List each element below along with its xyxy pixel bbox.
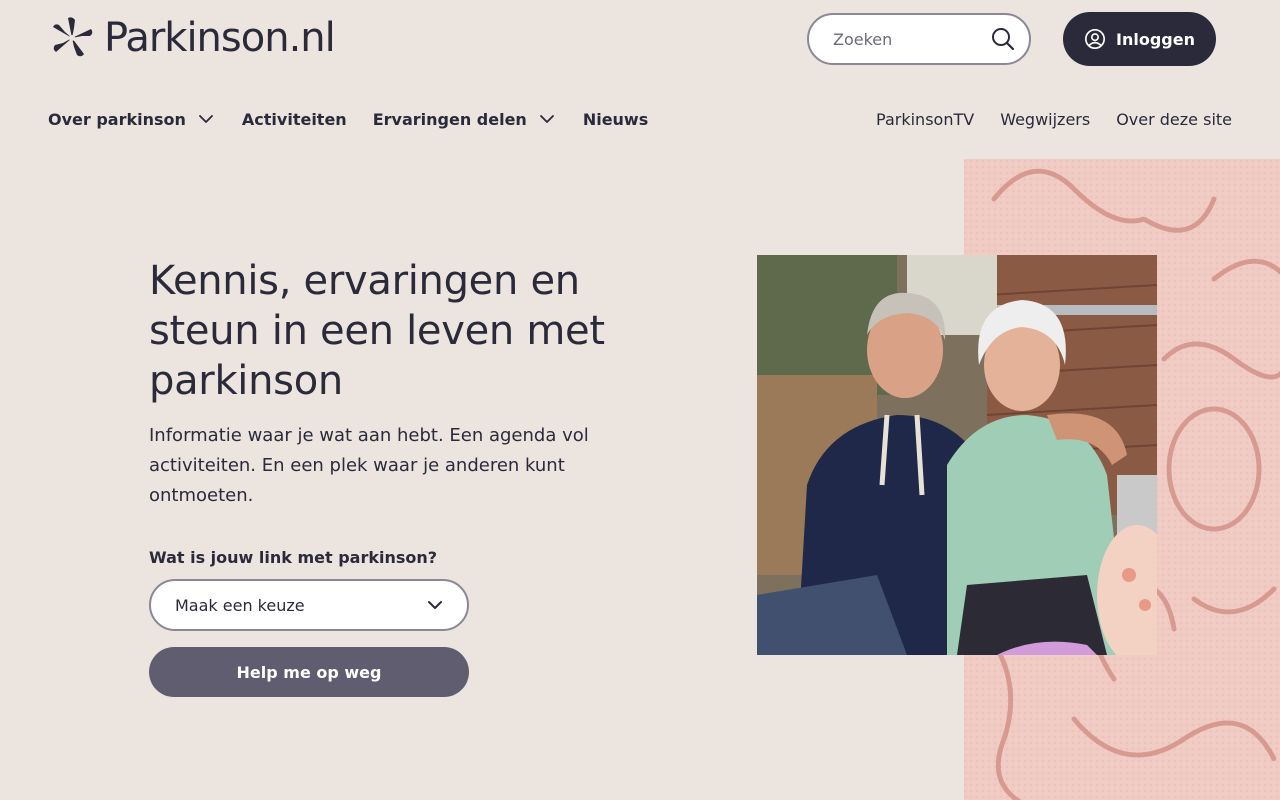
main-nav: Over parkinson Activiteiten Ervaringen d… xyxy=(48,106,674,132)
nav-item-label: ParkinsonTV xyxy=(876,109,975,129)
parkinson-star-logo-icon xyxy=(53,17,93,57)
nav-item-ervaringen-delen[interactable]: Ervaringen delen xyxy=(373,106,557,132)
nav-item-label: Activiteiten xyxy=(241,109,347,129)
search-button[interactable] xyxy=(989,25,1017,53)
couple-photo-illustration xyxy=(757,255,1157,655)
login-button[interactable]: Inloggen xyxy=(1063,12,1216,66)
nav-item-label: Nieuws xyxy=(582,109,649,129)
nav-item-label: Ervaringen delen xyxy=(372,109,527,129)
nav-item-label: Over parkinson xyxy=(48,109,186,129)
search-bar xyxy=(807,13,1031,65)
login-label: Inloggen xyxy=(1116,29,1195,49)
chevron-down-icon xyxy=(539,115,554,123)
nav-item-label: Over deze site xyxy=(1116,109,1232,129)
nav-item-over-deze-site[interactable]: Over deze site xyxy=(1116,106,1232,132)
hero-title: Kennis, ervaringen en steun in een leven… xyxy=(149,258,605,404)
help-me-button[interactable]: Help me op weg xyxy=(149,647,469,697)
link-select-label: Wat is jouw link met parkinson? xyxy=(149,548,438,567)
nav-item-label: Wegwijzers xyxy=(1000,109,1091,129)
nav-item-wegwijzers[interactable]: Wegwijzers xyxy=(1000,106,1090,132)
site-logo[interactable]: Parkinson.nl xyxy=(48,14,336,62)
user-circle-icon xyxy=(1085,29,1106,49)
hero-subtitle: Informatie waar je wat aan hebt. Een age… xyxy=(149,425,589,506)
link-select-dropdown[interactable]: Maak een keuze xyxy=(149,579,469,631)
search-input[interactable] xyxy=(833,29,983,49)
search-icon xyxy=(992,28,1015,51)
chevron-down-icon xyxy=(428,601,442,609)
nav-item-nieuws[interactable]: Nieuws xyxy=(583,106,648,132)
secondary-nav: ParkinsonTV Wegwijzers Over deze site xyxy=(876,106,1232,132)
nav-item-over-parkinson[interactable]: Over parkinson xyxy=(48,106,216,132)
brand-name: Parkinson.nl xyxy=(104,15,336,61)
select-value: Maak een keuze xyxy=(175,595,305,615)
hero-photo-couple xyxy=(757,255,1157,655)
nav-item-activiteiten[interactable]: Activiteiten xyxy=(242,106,347,132)
nav-item-parkinsontv[interactable]: ParkinsonTV xyxy=(876,106,974,132)
chevron-down-icon xyxy=(199,115,213,123)
